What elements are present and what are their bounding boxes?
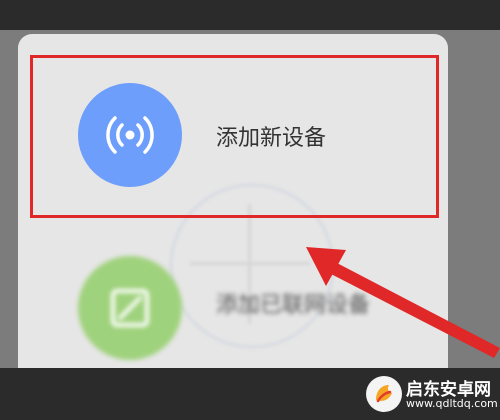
watermark-site-url: www.qdltdq.com: [406, 397, 498, 410]
pointer-arrow: [306, 247, 500, 358]
site-logo-icon: [366, 376, 402, 412]
screen: 添加新设备 添加已联网设备 启东安卓网 www.qdltdq.com: [0, 0, 500, 420]
watermark: 启东安卓网 www.qdltdq.com: [366, 372, 498, 416]
